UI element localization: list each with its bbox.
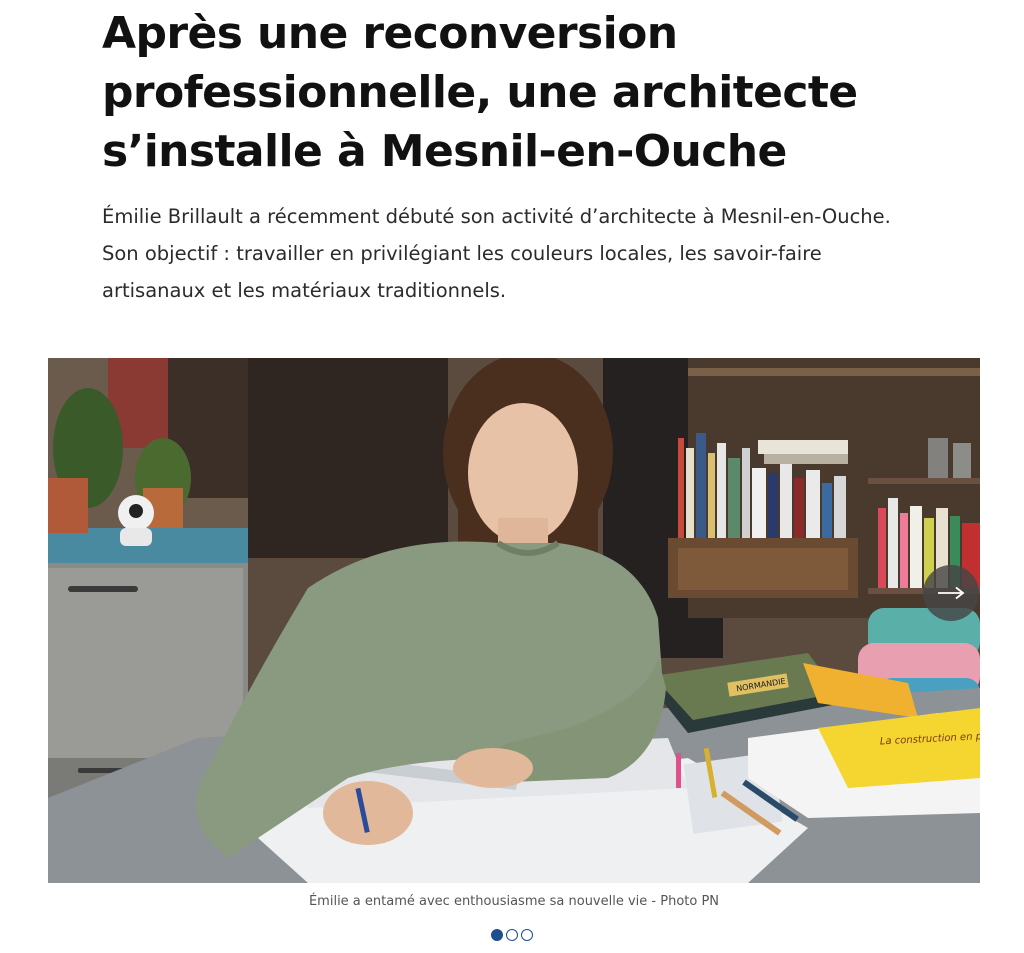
photo-gallery[interactable]: NORMANDIE La construction en pa <box>48 358 980 883</box>
slide-dot-2[interactable] <box>506 929 518 941</box>
article-lede: Émilie Brillault a récemment débuté son … <box>102 205 891 302</box>
slide-indicators <box>0 929 1024 941</box>
photo-caption: Émilie a entamé avec enthousiasme sa nou… <box>308 894 720 909</box>
slide-dot-1[interactable] <box>491 929 503 941</box>
article: Après une reconversion professionnelle, … <box>0 0 1024 953</box>
gallery-photo: NORMANDIE La construction en pa <box>48 358 980 883</box>
next-slide-button[interactable] <box>923 565 979 621</box>
article-headline: Après une reconversion professionnelle, … <box>102 8 858 177</box>
slide-dot-3[interactable] <box>521 929 533 941</box>
arrow-right-icon <box>938 586 965 600</box>
